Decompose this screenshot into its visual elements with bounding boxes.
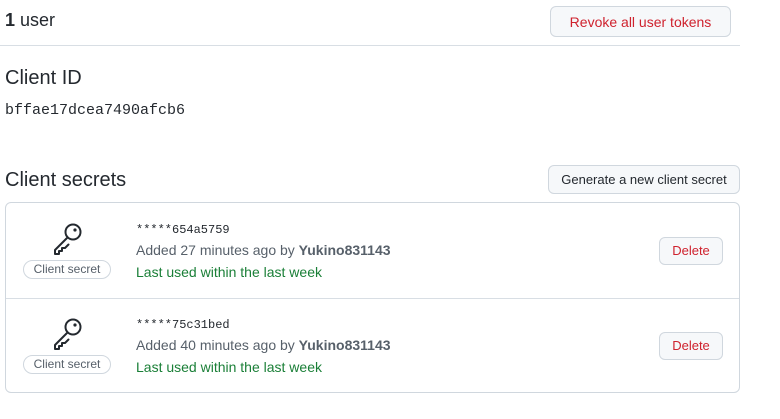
client-secret-author: Yukino831143 [298, 337, 391, 353]
client-secrets-list: Client secret *****654a5759 Added 27 min… [5, 202, 740, 393]
delete-client-secret-button[interactable]: Delete [659, 237, 723, 265]
client-secret-badge: Client secret [23, 260, 111, 279]
client-secret-badge: Client secret [23, 355, 111, 374]
client-secret-added-text: Added 40 minutes ago by [136, 337, 299, 353]
client-secret-last-used: Last used within the last week [136, 264, 322, 280]
users-header: 1 user Revoke all user tokens [0, 0, 740, 46]
users-count-number: 1 [5, 10, 16, 30]
client-secret-row: Client secret *****654a5759 Added 27 min… [6, 203, 739, 299]
users-count-label: user [15, 10, 56, 30]
client-secret-author: Yukino831143 [298, 242, 391, 258]
client-secret-added-info: Added 40 minutes ago by Yukino831143 [136, 336, 391, 354]
client-id-heading: Client ID [5, 67, 82, 89]
revoke-all-user-tokens-button[interactable]: Revoke all user tokens [550, 6, 731, 37]
generate-new-client-secret-button[interactable]: Generate a new client secret [548, 165, 740, 194]
users-count: 1 user [5, 9, 55, 31]
client-secrets-heading: Client secrets [5, 169, 127, 191]
delete-client-secret-button[interactable]: Delete [659, 332, 723, 360]
key-icon [49, 316, 85, 352]
client-secret-added-text: Added 27 minutes ago by [136, 242, 299, 258]
client-secret-added-info: Added 27 minutes ago by Yukino831143 [136, 241, 391, 259]
key-icon [49, 221, 85, 257]
client-secret-masked-value: *****75c31bed [136, 318, 230, 332]
client-id-value: bffae17dcea7490afcb6 [5, 102, 186, 119]
client-secret-masked-value: *****654a5759 [136, 223, 230, 237]
client-secret-last-used: Last used within the last week [136, 359, 322, 375]
client-secret-row: Client secret *****75c31bed Added 40 min… [6, 298, 739, 393]
app-settings-page: 1 user Revoke all user tokens Client ID … [0, 0, 780, 419]
